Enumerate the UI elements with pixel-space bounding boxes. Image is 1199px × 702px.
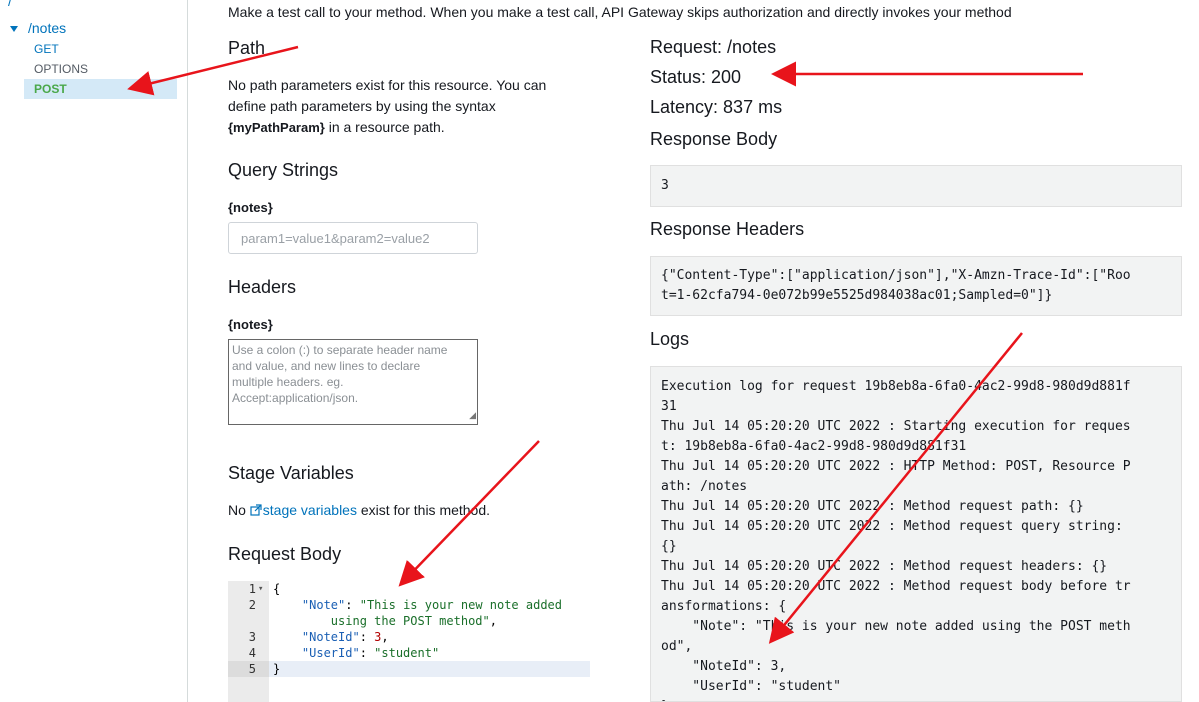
editor-line: 3 "NoteId": 3, <box>228 629 590 645</box>
json-string: "This is your new note added <box>359 598 563 612</box>
editor-line: 4 "UserId": "student" <box>228 645 590 661</box>
response-headers-heading: Response Headers <box>650 219 805 239</box>
json-key: "NoteId" <box>301 630 360 644</box>
logs-box[interactable]: Execution log for request 19b8eb8a-6fa0-… <box>650 366 1182 702</box>
headers-param-label: {notes} <box>228 317 273 332</box>
resize-handle-icon[interactable]: ◢ <box>469 407 476 423</box>
code-text: } <box>273 662 281 676</box>
request-body-editor[interactable]: 1 ▾ { 2 "Note": "This is your new note a… <box>228 581 590 702</box>
sidebar-method-get[interactable]: GET <box>24 39 177 59</box>
line-number: 1 <box>248 582 256 596</box>
editor-line: 2 "Note": "This is your new note added <box>228 597 590 613</box>
headers-placeholder-line: and value, and new lines to declare <box>232 359 421 373</box>
query-param-label: {notes} <box>228 200 273 215</box>
json-string: using the POST method" <box>330 614 490 628</box>
stage-prefix: No <box>228 502 250 518</box>
headers-placeholder-line: Use a colon (:) to separate header name <box>232 343 448 357</box>
headers-textarea[interactable]: Use a colon (:) to separate header name … <box>228 339 478 425</box>
logs-heading: Logs <box>650 329 690 349</box>
path-line-3-suffix: in a resource path. <box>324 119 445 135</box>
path-line-3: {myPathParam} in a resource path. <box>228 117 546 138</box>
query-strings-heading: Query Strings <box>228 160 339 180</box>
intro-text: Make a test call to your method. When yo… <box>228 4 1012 20</box>
caret-down-icon[interactable] <box>10 26 18 32</box>
headers-heading: Headers <box>228 277 297 297</box>
code-text: using the POST method", <box>330 614 497 628</box>
request-body-heading: Request Body <box>228 544 342 564</box>
stage-variables-link[interactable]: stage variables <box>250 502 357 518</box>
query-string-placeholder: param1=value1&param2=value2 <box>241 231 430 246</box>
json-string: "student" <box>374 646 440 660</box>
fold-arrow-icon[interactable]: ▾ <box>258 581 263 597</box>
stage-variables-link-label: stage variables <box>262 502 357 518</box>
query-string-input[interactable]: param1=value1&param2=value2 <box>228 222 478 254</box>
code-text: "Note": "This is your new note added <box>301 598 563 612</box>
response-headers-box: {"Content-Type":["application/json"],"X-… <box>650 256 1182 316</box>
path-heading: Path <box>228 38 266 58</box>
code-text: "UserId": "student" <box>301 646 440 660</box>
path-line-1: No path parameters exist for this resour… <box>228 77 547 93</box>
path-syntax: {myPathParam} <box>228 120 325 135</box>
result-status: Status: 200 <box>650 67 742 87</box>
response-body-heading: Response Body <box>650 129 778 149</box>
code-text: { <box>273 582 281 596</box>
json-key: "Note" <box>301 598 346 612</box>
sidebar-method-options[interactable]: OPTIONS <box>24 59 177 79</box>
path-description: No path parameters exist for this resour… <box>228 75 546 138</box>
path-line-2: define path parameters by using the synt… <box>228 98 496 114</box>
json-key: "UserId" <box>301 646 360 660</box>
stage-variables-text: No stage variables exist for this method… <box>228 500 490 521</box>
line-number: 3 <box>248 630 256 644</box>
headers-placeholder-line: Accept:application/json. <box>232 391 359 405</box>
editor-line: 1 ▾ { <box>228 581 590 597</box>
sidebar-resource-notes[interactable]: /notes <box>28 20 66 36</box>
result-request: Request: /notes <box>650 37 777 57</box>
line-number: 5 <box>228 661 269 677</box>
external-link-icon <box>250 504 262 516</box>
editor-line: using the POST method", <box>228 613 590 629</box>
line-number: 2 <box>248 598 256 612</box>
response-body-box: 3 <box>650 165 1182 207</box>
editor-line-active: 5 } <box>228 661 590 677</box>
result-latency: Latency: 837 ms <box>650 97 783 117</box>
resource-sidebar: / /notes GET OPTIONS POST <box>0 0 188 702</box>
sidebar-method-post[interactable]: POST <box>24 79 177 99</box>
stage-suffix: exist for this method. <box>356 502 491 518</box>
json-number: 3 <box>374 630 382 644</box>
line-number: 4 <box>248 646 256 660</box>
headers-placeholder-line: multiple headers. eg. <box>232 375 344 389</box>
sidebar-root-resource[interactable]: / <box>8 0 12 9</box>
code-text: "NoteId": 3, <box>301 630 389 644</box>
stage-variables-heading: Stage Variables <box>228 463 354 483</box>
